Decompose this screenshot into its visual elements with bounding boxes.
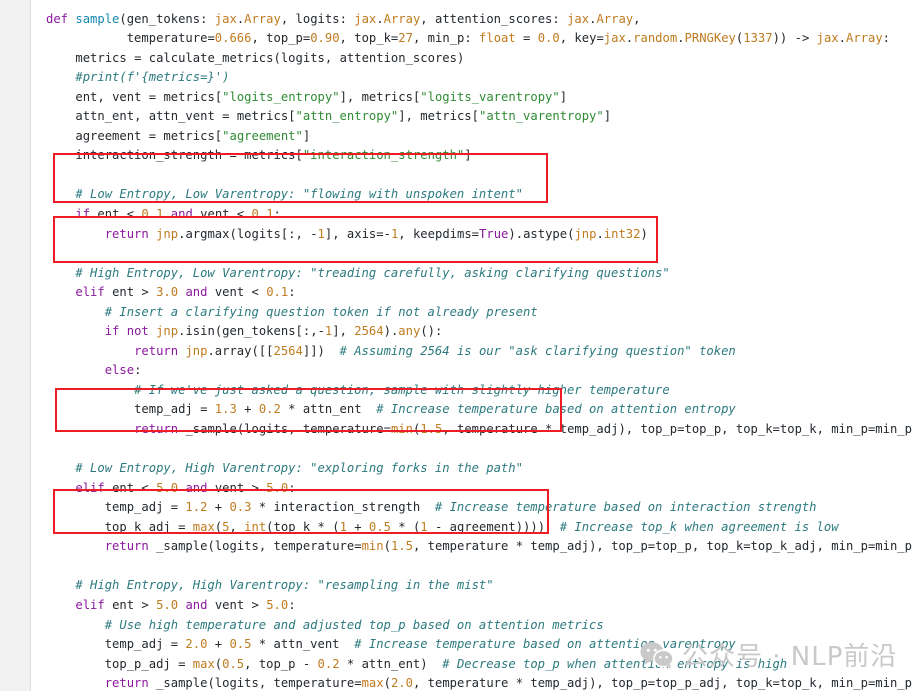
code-line: attn_ent, attn_vent = metrics["attn_entr… bbox=[75, 109, 612, 124]
code-line: elif ent > 5.0 and vent > 5.0: bbox=[75, 597, 296, 612]
code-line: if not jnp.isin(gen_tokens[:,-1], 2564).… bbox=[104, 324, 443, 339]
code-line: else: bbox=[104, 363, 142, 378]
code-line: return jnp.argmax(logits[:, -1], axis=-1… bbox=[104, 226, 648, 241]
code-line: # Low Entropy, Low Varentropy: "flowing … bbox=[75, 187, 523, 202]
code-line: ent, vent = metrics["logits_entropy"], m… bbox=[75, 89, 568, 104]
code-screenshot: def sample(gen_tokens: jax.Array, logits… bbox=[0, 0, 914, 691]
code-line: # High Entropy, Low Varentropy: "treadin… bbox=[75, 265, 670, 280]
page-left-margin bbox=[0, 0, 30, 691]
code-line: # Use high temperature and adjusted top_… bbox=[104, 617, 604, 632]
code-line: def sample(gen_tokens: jax.Array, logits… bbox=[46, 11, 641, 26]
code-line: # High Entropy, High Varentropy: "resamp… bbox=[75, 578, 494, 593]
wechat-logo-icon bbox=[640, 641, 674, 668]
code-line: elif ent < 5.0 and vent > 5.0: bbox=[75, 480, 296, 495]
code-line: temp_adj = 1.2 + 0.3 * interaction_stren… bbox=[104, 500, 817, 515]
code-line: elif ent > 3.0 and vent < 0.1: bbox=[75, 285, 296, 300]
code-line: agreement = metrics["agreement"] bbox=[75, 128, 311, 143]
code-line: # Insert a clarifying question token if … bbox=[104, 304, 538, 319]
code-pane[interactable]: def sample(gen_tokens: jax.Array, logits… bbox=[31, 0, 914, 691]
code-line: metrics = calculate_metrics(logits, atte… bbox=[75, 50, 465, 65]
code-line: if ent < 0.1 and vent < 0.1: bbox=[75, 207, 281, 222]
code-line: return jnp.array([[2564]]) # Assuming 25… bbox=[134, 343, 736, 358]
code-line: temperature=0.666, top_p=0.90, top_k=27,… bbox=[126, 31, 891, 46]
code-line: return _sample(logits, temperature=min(1… bbox=[104, 539, 914, 554]
code-line: # If we've just asked a question, sample… bbox=[134, 382, 670, 397]
code-line: top_k_adj = max(5, int(top_k * (1 + 0.5 … bbox=[104, 519, 839, 534]
code-line: #print(f'{metrics=}') bbox=[75, 70, 230, 85]
code-line: return _sample(logits, temperature=max(2… bbox=[104, 676, 914, 691]
watermark: 公众号 · NLP前沿 bbox=[640, 636, 897, 673]
watermark-text: 公众号 · NLP前沿 bbox=[682, 642, 898, 672]
code-line: # Low Entropy, High Varentropy: "explori… bbox=[75, 461, 523, 476]
code-line: temp_adj = 1.3 + 0.2 * attn_ent # Increa… bbox=[134, 402, 736, 417]
code-line: interaction_strength = metrics["interact… bbox=[75, 148, 472, 163]
code-line: return _sample(logits, temperature=min(1… bbox=[134, 422, 914, 437]
code-block: def sample(gen_tokens: jax.Array, logits… bbox=[31, 0, 914, 691]
